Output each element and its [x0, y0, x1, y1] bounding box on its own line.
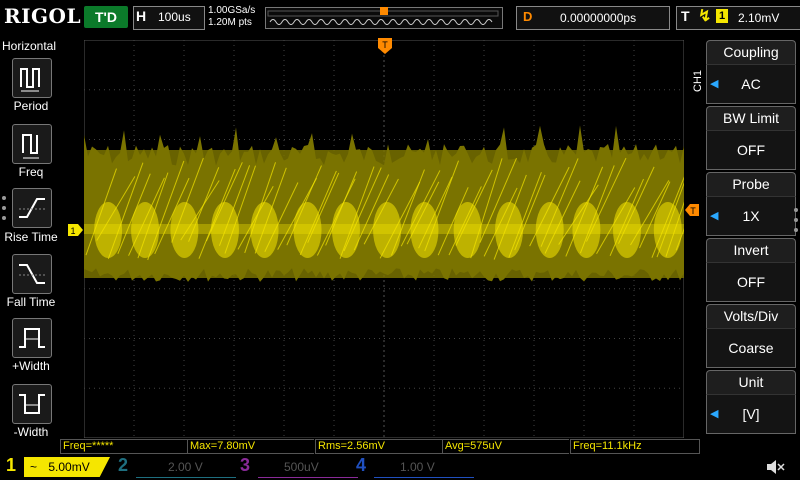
bw-limit-title: BW Limit — [706, 106, 796, 131]
page-dot — [2, 216, 6, 220]
measurement-item[interactable]: Avg=575uV — [442, 439, 569, 454]
rise-time-label: Rise Time — [4, 230, 58, 244]
invert-title: Invert — [706, 238, 796, 263]
neg-width-icon — [19, 394, 45, 414]
probe-value[interactable]: 1X — [706, 196, 796, 236]
ch4-scale-box[interactable]: 1.00 V — [374, 457, 474, 478]
ch4-scale: 1.00 V — [400, 460, 435, 474]
ch1-offset-marker[interactable]: 1 — [68, 224, 84, 236]
rise-time-button[interactable] — [12, 188, 52, 228]
trigger-level-marker[interactable]: T — [685, 204, 699, 216]
period-icon — [20, 68, 40, 92]
ch2-number[interactable]: 2 — [118, 455, 128, 476]
ch1-number[interactable]: 1 — [6, 455, 16, 476]
freq-icon — [22, 134, 39, 159]
rise-time-icon — [19, 198, 45, 218]
coupling-value[interactable]: AC — [706, 64, 796, 104]
left-panel-title: Horizontal — [2, 39, 57, 53]
freq-label: Freq — [18, 165, 44, 179]
memory-depth: 1.20M pts — [208, 17, 252, 28]
trigger-position-marker[interactable]: T — [378, 38, 392, 56]
trigger-label: T — [681, 8, 690, 24]
memory-trigger-marker-icon — [380, 7, 388, 15]
volts-div-title: Volts/Div — [706, 304, 796, 329]
ch3-scale-box[interactable]: 500uV — [258, 457, 358, 478]
delay-value: 0.00000000ps — [560, 11, 637, 25]
measurement-item[interactable]: Freq=11.1kHz — [570, 439, 700, 454]
coupling-arrow-icon: ◀ — [710, 78, 719, 90]
timebase-label: H — [136, 8, 147, 24]
delay-label: D — [523, 9, 533, 24]
probe-title: Probe — [706, 172, 796, 197]
pos-width-button[interactable] — [12, 318, 52, 358]
brand-logo: RIGOL — [4, 4, 82, 28]
page-dot — [794, 218, 798, 222]
ch3-number[interactable]: 3 — [240, 455, 250, 476]
ch3-scale: 500uV — [284, 460, 319, 474]
ac-coupling-icon: ~ — [30, 460, 38, 474]
ch2-scale-box[interactable]: 2.00 V — [136, 457, 236, 478]
period-label: Period — [13, 99, 49, 113]
trigger-level: 2.10mV — [738, 11, 780, 25]
trigger-marker-label: T — [382, 40, 388, 50]
measurement-item[interactable]: Freq=***** — [60, 439, 187, 454]
fall-time-label: Fall Time — [6, 295, 56, 309]
speaker-mute-icon[interactable] — [764, 456, 786, 478]
volts-div-value[interactable]: Coarse — [706, 328, 796, 368]
page-dot — [794, 208, 798, 212]
ch2-scale: 2.00 V — [168, 460, 203, 474]
invert-value[interactable]: OFF — [706, 262, 796, 302]
neg-width-label: -Width — [13, 425, 49, 439]
bw-limit-value[interactable]: OFF — [706, 130, 796, 170]
fall-time-button[interactable] — [12, 254, 52, 294]
coupling-title: Coupling — [706, 40, 796, 65]
pos-width-label: +Width — [12, 359, 50, 373]
ch1-scale: 5.00mV — [48, 460, 90, 474]
trigger-level-marker-label: T — [690, 206, 696, 216]
timebase-value: 100us — [158, 10, 191, 24]
ch4-number[interactable]: 4 — [356, 455, 366, 476]
page-dot — [794, 228, 798, 232]
channel-menu-tag: CH1 — [692, 69, 704, 92]
ch1-marker-label: 1 — [70, 226, 75, 236]
unit-title: Unit — [706, 370, 796, 395]
unit-value[interactable]: [V] — [706, 394, 796, 434]
waveform-display[interactable] — [83, 39, 711, 439]
run-status-badge[interactable]: T'D — [84, 6, 128, 28]
sample-rate: 1.00GSa/s — [208, 5, 256, 16]
trigger-source-badge: 1 — [716, 9, 728, 23]
measurement-item[interactable]: Max=7.80mV — [187, 439, 314, 454]
page-dot — [2, 206, 6, 210]
pos-width-icon — [19, 328, 45, 348]
freq-button[interactable] — [12, 124, 52, 164]
measurement-item[interactable]: Rms=2.56mV — [315, 439, 442, 454]
page-dot — [2, 196, 6, 200]
graticule — [83, 39, 711, 439]
rising-edge-icon: ↯ — [698, 8, 712, 25]
probe-arrow-icon: ◀ — [710, 210, 719, 222]
ch1-scale-box[interactable]: ~ 5.00mV — [24, 457, 110, 477]
neg-width-button[interactable] — [12, 384, 52, 424]
unit-arrow-icon: ◀ — [710, 408, 719, 420]
period-button[interactable] — [12, 58, 52, 98]
fall-time-icon — [19, 264, 45, 284]
